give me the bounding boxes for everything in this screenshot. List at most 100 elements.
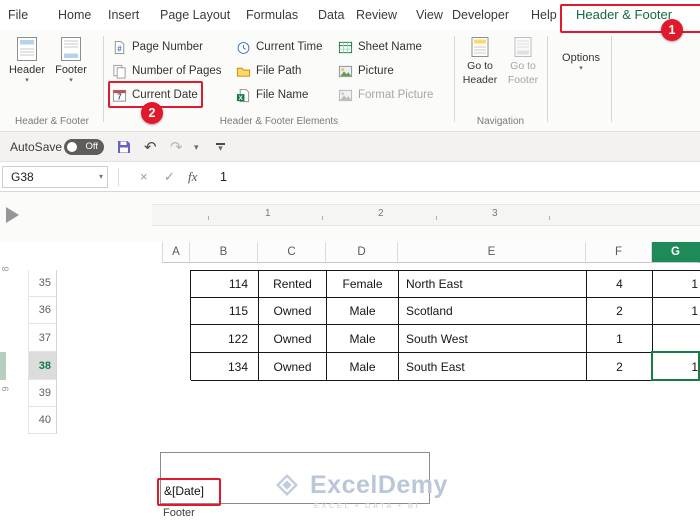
- autosave-toggle[interactable]: Off: [64, 139, 104, 155]
- undo-button[interactable]: ↶: [144, 132, 157, 162]
- cell-e37[interactable]: South West: [399, 325, 587, 353]
- go-to-footer-label-2: Footer: [507, 74, 539, 86]
- insert-function-button[interactable]: fx: [188, 162, 197, 192]
- group-label-navigation: Navigation: [476, 116, 525, 127]
- cell-b35[interactable]: 114: [191, 271, 259, 298]
- tab-insert[interactable]: Insert: [108, 0, 139, 30]
- autosave-label: AutoSave: [10, 140, 63, 154]
- svg-text:#: #: [117, 44, 122, 53]
- cell-e38[interactable]: South East: [399, 353, 587, 381]
- formula-bar-input[interactable]: 1: [220, 162, 227, 192]
- row-header-37[interactable]: 37: [28, 324, 57, 352]
- margin-marker-icon[interactable]: [6, 207, 19, 223]
- tab-developer[interactable]: Developer: [452, 0, 509, 30]
- cell-f37[interactable]: 1: [587, 325, 653, 353]
- tab-formulas[interactable]: Formulas: [246, 0, 298, 30]
- data-table: 114 Rented Female North East 4 1 115 Own…: [190, 270, 700, 381]
- format-picture-icon: [338, 88, 353, 103]
- ruler-mark: 2: [378, 208, 384, 219]
- cell-b37[interactable]: 122: [191, 325, 259, 353]
- column-header-b[interactable]: B: [190, 242, 258, 263]
- cell-f35[interactable]: 4: [587, 271, 653, 298]
- footer-page-icon: [59, 36, 83, 62]
- footer-area-label: Footer: [163, 507, 195, 519]
- row-header-35[interactable]: 35: [28, 270, 57, 297]
- cell-e35[interactable]: North East: [399, 271, 587, 298]
- save-icon: [116, 139, 132, 155]
- cancel-button[interactable]: ×: [140, 162, 148, 192]
- exceldemy-logo-icon: [272, 470, 302, 500]
- row-header-36[interactable]: 36: [28, 297, 57, 324]
- page-number-icon: #: [112, 40, 127, 55]
- cell-g36[interactable]: 1: [653, 298, 700, 325]
- undo-icon: ↶: [144, 139, 157, 156]
- cell-d38[interactable]: Male: [327, 353, 399, 381]
- formula-bar-row: G38 ▾ × ✓ fx 1: [0, 162, 700, 192]
- name-box[interactable]: G38 ▾: [2, 166, 108, 188]
- footer-button[interactable]: Footer ▾: [50, 36, 92, 84]
- excel-file-icon: X: [236, 88, 251, 103]
- cell-c36[interactable]: Owned: [259, 298, 327, 325]
- watermark-brand: ExcelDemy: [310, 471, 448, 499]
- cell-f38[interactable]: 2: [587, 353, 653, 381]
- chevron-down-icon: ▾: [25, 77, 29, 84]
- column-header-c[interactable]: C: [258, 242, 326, 263]
- file-name-button[interactable]: X File Name: [236, 84, 308, 106]
- column-header-d[interactable]: D: [326, 242, 398, 263]
- cell-c37[interactable]: Owned: [259, 325, 327, 353]
- header-button-label: Header: [8, 64, 46, 76]
- go-to-footer-label-1: Go to: [510, 60, 536, 72]
- cell-d35[interactable]: Female: [327, 271, 399, 298]
- row-header-38-selected[interactable]: 38: [28, 352, 57, 380]
- vertical-ruler-mark: 9: [0, 386, 11, 392]
- cell-c35[interactable]: Rented: [259, 271, 327, 298]
- exceldemy-watermark: ExcelDemy EXCEL • DATA • BI: [272, 470, 448, 510]
- tab-home[interactable]: Home: [58, 0, 91, 30]
- customize-qat-button[interactable]: ▾: [216, 132, 225, 162]
- column-header-a[interactable]: A: [162, 242, 190, 263]
- tab-data[interactable]: Data: [318, 0, 344, 30]
- current-time-button[interactable]: Current Time: [236, 36, 322, 58]
- chevron-down-icon: ▾: [579, 65, 583, 72]
- go-to-header-button[interactable]: Go to Header: [458, 36, 502, 86]
- chevron-down-icon: ▾: [194, 141, 199, 152]
- header-button[interactable]: Header ▾: [6, 36, 48, 84]
- tab-file[interactable]: File: [8, 0, 28, 30]
- column-header-e[interactable]: E: [398, 242, 586, 263]
- cell-c38[interactable]: Owned: [259, 353, 327, 381]
- footer-button-label: Footer: [55, 64, 87, 76]
- number-of-pages-button[interactable]: Number of Pages: [112, 60, 222, 82]
- excel-window: File Home Insert Page Layout Formulas Da…: [0, 0, 700, 531]
- row-header-39[interactable]: 39: [28, 380, 57, 407]
- column-header-f[interactable]: F: [586, 242, 652, 263]
- tab-view[interactable]: View: [416, 0, 443, 30]
- ribbon: Header ▾ Footer ▾ Header & Footer # Page…: [0, 30, 700, 132]
- more-commands-button[interactable]: ▾: [194, 132, 199, 162]
- tab-page-layout[interactable]: Page Layout: [160, 0, 230, 30]
- enter-button[interactable]: ✓: [164, 162, 175, 192]
- file-path-button[interactable]: File Path: [236, 60, 301, 82]
- redo-button: ↷: [170, 132, 183, 162]
- tab-help[interactable]: Help: [531, 0, 557, 30]
- group-label-header-footer: Header & Footer: [15, 116, 89, 127]
- cell-g37[interactable]: [653, 325, 700, 353]
- cell-b38[interactable]: 134: [191, 353, 259, 381]
- enter-icon: ✓: [164, 169, 175, 184]
- cell-e36[interactable]: Scotland: [399, 298, 587, 325]
- cell-g35[interactable]: 1: [653, 271, 700, 298]
- header-page-icon: [15, 36, 39, 62]
- cell-b36[interactable]: 115: [191, 298, 259, 325]
- ruler-mark: 3: [492, 208, 498, 219]
- sheet-name-button[interactable]: Sheet Name: [338, 36, 422, 58]
- tab-review[interactable]: Review: [356, 0, 397, 30]
- cell-f36[interactable]: 2: [587, 298, 653, 325]
- name-box-chevron-icon[interactable]: ▾: [99, 167, 103, 187]
- cell-d37[interactable]: Male: [327, 325, 399, 353]
- picture-button[interactable]: Picture: [338, 60, 394, 82]
- save-button[interactable]: [116, 132, 132, 162]
- page-number-button[interactable]: # Page Number: [112, 36, 203, 58]
- options-button[interactable]: Options ▾: [556, 52, 606, 72]
- column-header-g-selected[interactable]: G: [652, 242, 700, 263]
- row-header-40[interactable]: 40: [28, 407, 57, 434]
- cell-d36[interactable]: Male: [327, 298, 399, 325]
